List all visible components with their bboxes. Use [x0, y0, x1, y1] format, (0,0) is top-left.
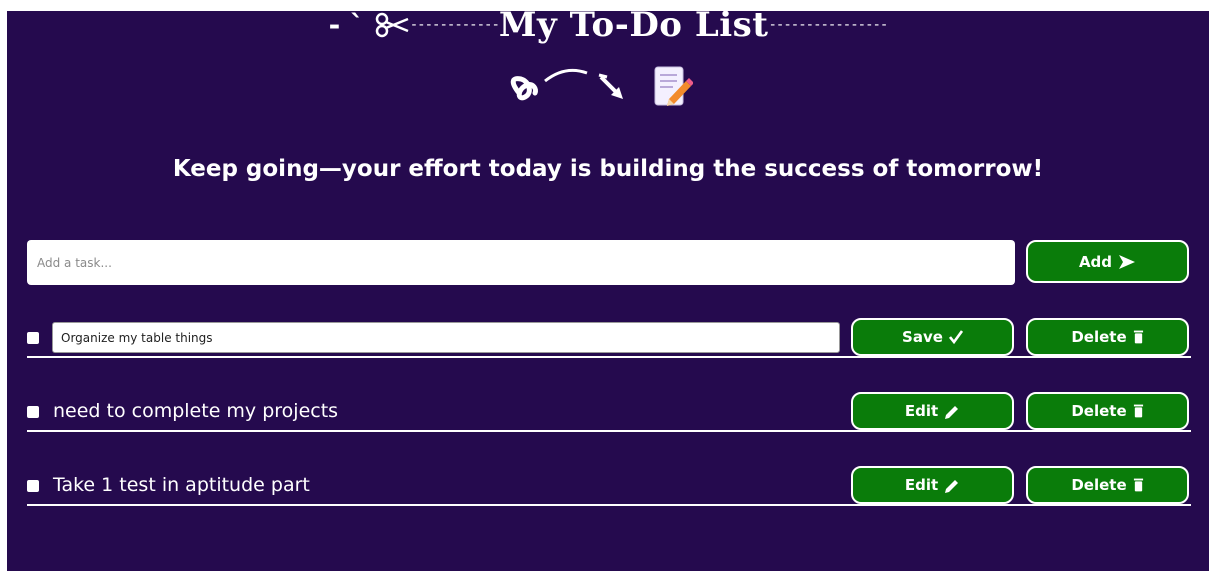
pencil-icon — [945, 480, 959, 493]
row-divider — [27, 504, 1191, 506]
curl-arrow-icon — [510, 68, 623, 101]
task-checkbox[interactable] — [27, 406, 39, 418]
delete-button-label: Delete — [1071, 328, 1127, 346]
task-row: need to complete my projects Edit Delete — [27, 392, 1191, 432]
motivational-quote: Keep going—your effort today is building… — [172, 156, 1044, 182]
trash-icon — [1133, 330, 1143, 344]
scissors-icon — [375, 12, 409, 38]
row-divider — [27, 356, 1191, 358]
delete-button[interactable]: Delete — [1026, 318, 1189, 356]
delete-button[interactable]: Delete — [1026, 392, 1189, 430]
edit-button-label: Edit — [904, 402, 939, 420]
edit-button[interactable]: Edit — [851, 466, 1014, 504]
title-decoration — [507, 63, 707, 113]
delete-button-label: Delete — [1071, 476, 1127, 494]
task-row: Save Delete — [27, 318, 1191, 358]
decorative-dashes: - ` — [328, 11, 374, 42]
send-arrow-icon — [1119, 254, 1136, 269]
page-title: My To-Do List — [498, 11, 769, 45]
save-button[interactable]: Save — [851, 318, 1014, 356]
memo-icon — [654, 66, 693, 106]
save-button-label: Save — [902, 328, 943, 346]
dotted-line-left: ------------ — [409, 17, 500, 33]
trash-icon — [1133, 478, 1143, 492]
task-text: need to complete my projects — [53, 400, 339, 422]
edit-button-label: Edit — [904, 476, 939, 494]
task-edit-field[interactable] — [52, 322, 840, 353]
delete-button[interactable]: Delete — [1026, 466, 1189, 504]
trash-icon — [1133, 404, 1143, 418]
edit-button[interactable]: Edit — [851, 392, 1014, 430]
task-checkbox[interactable] — [27, 480, 39, 492]
checkmark-icon — [948, 330, 963, 344]
add-button[interactable]: Add — [1026, 240, 1189, 283]
task-row: Take 1 test in aptitude part Edit Delete — [27, 466, 1191, 506]
delete-button-label: Delete — [1071, 402, 1127, 420]
row-divider — [27, 430, 1191, 432]
dotted-line-right: ---------------- — [768, 17, 889, 33]
task-text: Take 1 test in aptitude part — [53, 474, 310, 496]
app-container: - ` ------------My To-Do List-----------… — [7, 11, 1209, 571]
add-button-label: Add — [1078, 252, 1113, 271]
task-checkbox[interactable] — [27, 332, 39, 344]
pencil-icon — [945, 406, 959, 419]
task-input[interactable] — [27, 240, 1015, 285]
title-banner: - ` ------------My To-Do List-----------… — [7, 11, 1209, 55]
